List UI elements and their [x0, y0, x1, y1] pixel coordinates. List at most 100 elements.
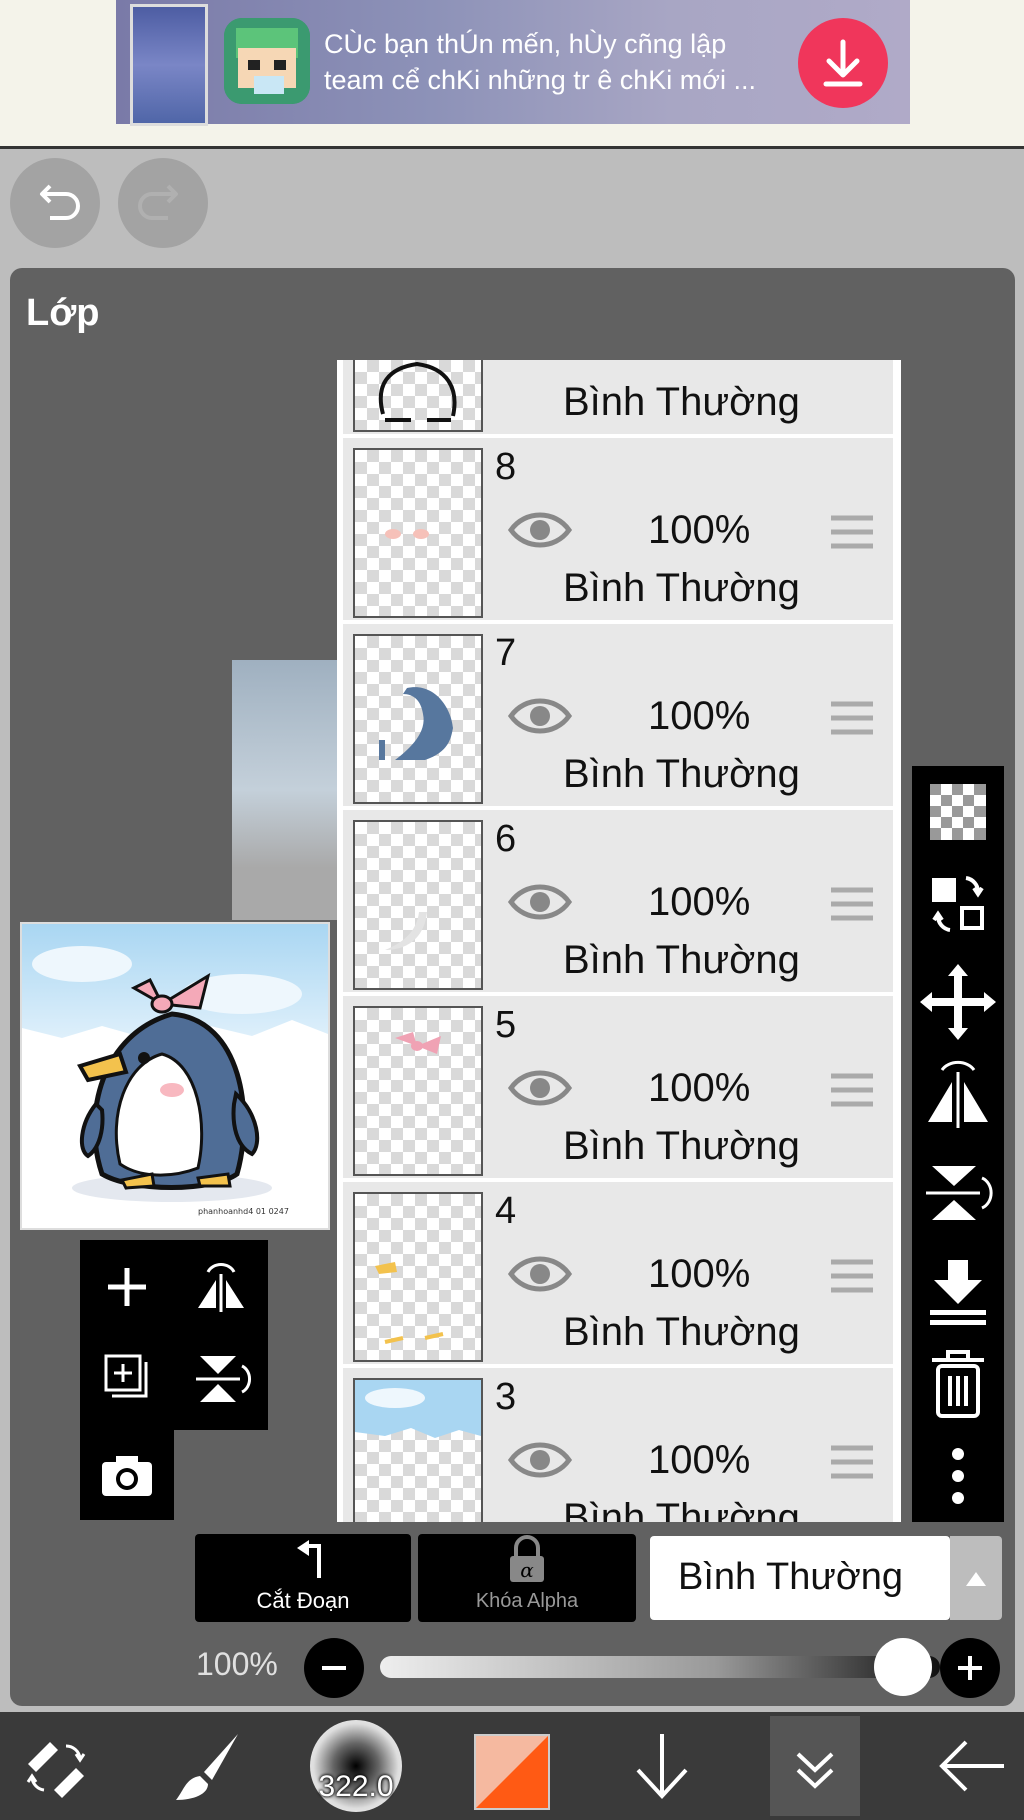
- merge-down-icon[interactable]: [930, 1260, 986, 1325]
- transparency-icon[interactable]: [930, 784, 986, 840]
- drag-handle-icon[interactable]: [829, 1256, 875, 1296]
- layer-blend-mode: Bình Thường: [563, 752, 800, 796]
- layer-number: 6: [495, 818, 517, 860]
- color-swatch: [476, 1736, 548, 1808]
- drag-handle-icon[interactable]: [829, 512, 875, 552]
- double-chevron-down-icon: [796, 1752, 834, 1789]
- layer-row[interactable]: 3 100% Bình Thường: [343, 1368, 893, 1522]
- drag-handle-icon[interactable]: [829, 1070, 875, 1110]
- opacity-decrease-button[interactable]: [304, 1638, 364, 1698]
- canvas-preview[interactable]: phanhoanhd4 01 0247: [20, 922, 330, 1230]
- add-layer-button[interactable]: [86, 1246, 168, 1328]
- flip-horizontal-button[interactable]: [180, 1246, 262, 1328]
- layer-blend-mode: Bình Thường: [563, 566, 800, 610]
- undo-button[interactable]: [10, 158, 100, 248]
- undo-icon: [40, 184, 80, 220]
- layer-row[interactable]: 7 100% Bình Thường: [343, 624, 893, 810]
- layer-thumbnail: [353, 820, 483, 990]
- layer-thumbnail: [353, 1378, 483, 1522]
- flip-horizontal-icon[interactable]: [928, 1060, 988, 1128]
- layer-thumbnail: [353, 1006, 483, 1176]
- flip-vertical-button[interactable]: [180, 1338, 262, 1420]
- move-icon[interactable]: [920, 964, 996, 1040]
- layer-blend-mode: Bình Thường: [563, 1496, 800, 1522]
- layer-number: 7: [495, 632, 517, 674]
- flip-vertical-icon[interactable]: [926, 1166, 993, 1220]
- layer-down-button[interactable]: [620, 1724, 704, 1808]
- plus-icon: [108, 1268, 146, 1306]
- flip-vertical-icon: [196, 1356, 251, 1402]
- drag-handle-icon[interactable]: [829, 698, 875, 738]
- brush-size-button[interactable]: 322.0: [310, 1720, 402, 1812]
- eye-icon[interactable]: [507, 692, 573, 740]
- duplicate-layer-icon: [104, 1354, 148, 1398]
- brush-size-value: 322.0: [318, 1770, 394, 1803]
- ad-app-icon: [224, 18, 310, 104]
- layer-thumbnail: [353, 634, 483, 804]
- clipping-button[interactable]: Cắt Đoạn: [195, 1534, 411, 1622]
- layer-blend-mode: Bình Thường: [563, 380, 800, 424]
- layer-opacity[interactable]: 100%: [648, 1438, 750, 1483]
- copy-layer-button[interactable]: [86, 1338, 168, 1420]
- download-arrow-icon[interactable]: [798, 18, 888, 108]
- layer-actions-toolbar: [912, 766, 1004, 1522]
- more-options-icon[interactable]: [952, 1448, 964, 1504]
- drag-handle-icon[interactable]: [829, 1442, 875, 1482]
- canvas-behind: [232, 660, 342, 920]
- arrow-left-icon: [939, 1740, 1004, 1792]
- layer-blend-mode: Bình Thường: [563, 1310, 800, 1354]
- preview-caption: phanhoanhd4 01 0247: [198, 1207, 289, 1216]
- eye-icon[interactable]: [507, 1436, 573, 1484]
- brush-icon: [176, 1734, 238, 1800]
- layer-row[interactable]: 5 100% Bình Thường: [343, 996, 893, 1182]
- redo-button[interactable]: [118, 158, 208, 248]
- layers-toggle-button[interactable]: [770, 1716, 860, 1816]
- plus-icon: [958, 1656, 982, 1680]
- layer-thumbnail: [353, 1192, 483, 1362]
- layer-swap-icon[interactable]: [932, 876, 984, 932]
- blend-mode-select[interactable]: Bình Thường: [650, 1536, 950, 1620]
- trash-icon[interactable]: [932, 1350, 984, 1418]
- ad-screenshot-image: [130, 4, 208, 126]
- color-button[interactable]: [474, 1734, 550, 1810]
- layer-number: 8: [495, 446, 517, 488]
- ad-text[interactable]: CÙc bạn thÚn mến, hÙy cñng lập team cể c…: [324, 26, 764, 98]
- opacity-increase-button[interactable]: [940, 1638, 1000, 1698]
- layer-row[interactable]: Bình Thường: [343, 360, 893, 438]
- layer-opacity[interactable]: 100%: [648, 1066, 750, 1111]
- layer-blend-mode: Bình Thường: [563, 938, 800, 982]
- eye-icon[interactable]: [507, 1250, 573, 1298]
- opacity-slider-thumb[interactable]: [874, 1638, 932, 1696]
- layer-thumbnail: [353, 360, 483, 432]
- blend-mode-value: Bình Thường: [678, 1556, 904, 1598]
- layer-blend-mode: Bình Thường: [563, 1124, 800, 1168]
- back-button[interactable]: [930, 1724, 1014, 1808]
- layer-opacity[interactable]: 100%: [648, 508, 750, 553]
- drag-handle-icon[interactable]: [829, 884, 875, 924]
- panel-title: Lớp: [26, 292, 100, 334]
- eye-icon[interactable]: [507, 506, 573, 554]
- layer-thumbnail: [353, 448, 483, 618]
- triangle-up-icon: [966, 1572, 986, 1586]
- alpha-lock-button[interactable]: α Khóa Alpha: [418, 1534, 636, 1622]
- layer-opacity[interactable]: 100%: [648, 1252, 750, 1297]
- layer-row[interactable]: 6 100% Bình Thường: [343, 810, 893, 996]
- blend-mode-dropdown[interactable]: [950, 1536, 1002, 1620]
- minus-icon: [322, 1666, 346, 1670]
- layer-opacity[interactable]: 100%: [648, 694, 750, 739]
- layer-list[interactable]: Bình Thường 8 100% Bình Thường 7 100% Bì…: [337, 360, 901, 1522]
- brush-button[interactable]: [164, 1724, 248, 1808]
- layer-row[interactable]: 8 100% Bình Thường: [343, 438, 893, 624]
- tool-switch-icon: [26, 1742, 86, 1798]
- eye-icon[interactable]: [507, 1064, 573, 1112]
- layer-number: 3: [495, 1376, 517, 1418]
- opacity-slider-track[interactable]: [380, 1656, 940, 1678]
- camera-button[interactable]: [86, 1434, 168, 1516]
- layer-number: 5: [495, 1004, 517, 1046]
- eye-icon[interactable]: [507, 878, 573, 926]
- layer-opacity[interactable]: 100%: [648, 880, 750, 925]
- arrow-down-icon: [636, 1734, 688, 1799]
- flip-horizontal-icon: [198, 1263, 244, 1312]
- tool-switch-button[interactable]: [14, 1724, 98, 1808]
- layer-row[interactable]: 4 100% Bình Thường: [343, 1182, 893, 1368]
